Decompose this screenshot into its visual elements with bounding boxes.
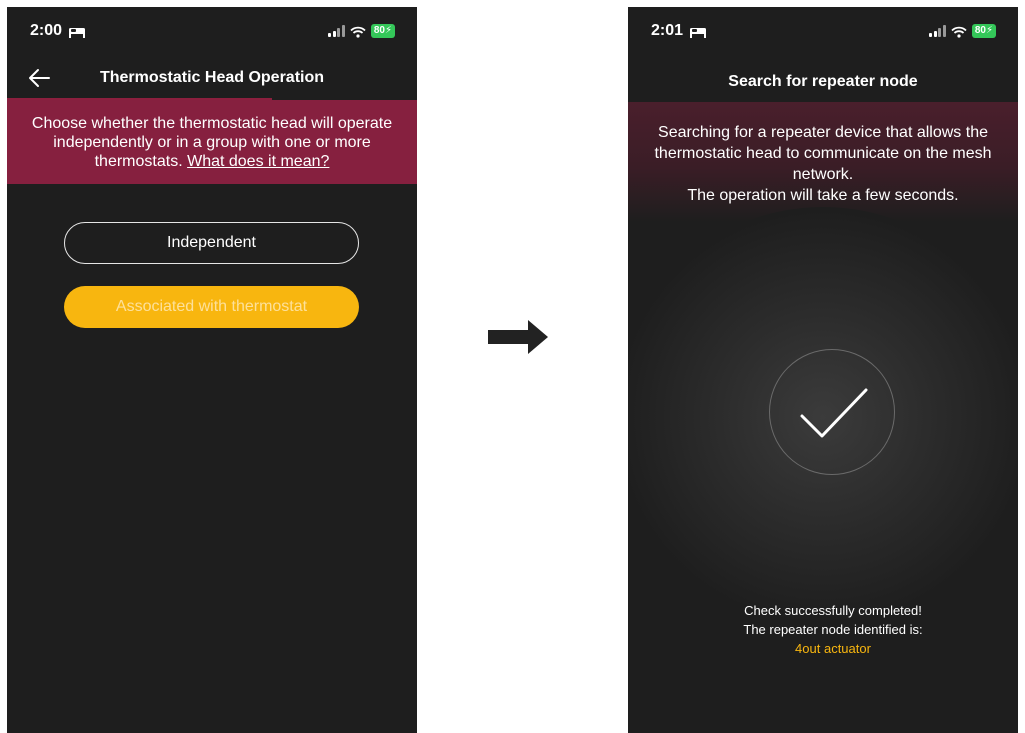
instruction-banner: Choose whether the thermostatic head wil… (7, 100, 417, 184)
repeater-identified-label: The repeater node identified is: (743, 622, 923, 637)
cellular-signal-icon (328, 25, 345, 37)
bed-icon (689, 25, 707, 38)
success-indicator (769, 349, 895, 475)
searching-banner: Searching for a repeater device that all… (628, 102, 1018, 222)
status-bar: 2:01 80 ⚡ (628, 7, 1018, 55)
what-does-it-mean-link[interactable]: What does it mean? (187, 153, 329, 170)
nav-header: Search for repeater node (628, 65, 1018, 99)
result-message: Check successfully completed! The repeat… (628, 601, 1018, 658)
associated-with-thermostat-button[interactable]: Associated with thermostat (64, 286, 359, 328)
check-completed-text: Check successfully completed! (744, 603, 922, 618)
screen-search-repeater-node: 2:01 80 ⚡ Search for repeater node Search… (628, 7, 1018, 733)
battery-level: 80 (373, 25, 385, 36)
nav-header: Thermostatic Head Operation (7, 57, 417, 99)
screen-thermostatic-head-operation: 2:00 80 ⚡ Thermostatic Head Operation Cho… (7, 7, 417, 733)
wifi-icon (951, 25, 967, 38)
back-button[interactable] (27, 65, 53, 91)
wifi-icon (350, 25, 366, 38)
status-time: 2:00 (30, 22, 63, 39)
back-arrow-icon (29, 69, 50, 87)
right-arrow-icon (488, 320, 548, 354)
searching-text: Searching for a repeater device that all… (654, 124, 992, 183)
battery-icon: 80 ⚡ (370, 24, 395, 38)
battery-icon: 80 ⚡ (971, 24, 996, 38)
checkmark-icon (800, 388, 868, 438)
page-title: Thermostatic Head Operation (99, 69, 325, 86)
battery-level: 80 (974, 25, 986, 36)
page-title: Search for repeater node (728, 73, 918, 90)
cellular-signal-icon (929, 25, 946, 37)
status-bar: 2:00 80 ⚡ (7, 7, 417, 55)
repeater-node-name: 4out actuator (795, 641, 871, 656)
independent-button[interactable]: Independent (64, 222, 359, 264)
bed-icon (68, 25, 86, 38)
operation-duration-text: The operation will take a few seconds. (687, 187, 959, 204)
status-time: 2:01 (651, 22, 684, 39)
